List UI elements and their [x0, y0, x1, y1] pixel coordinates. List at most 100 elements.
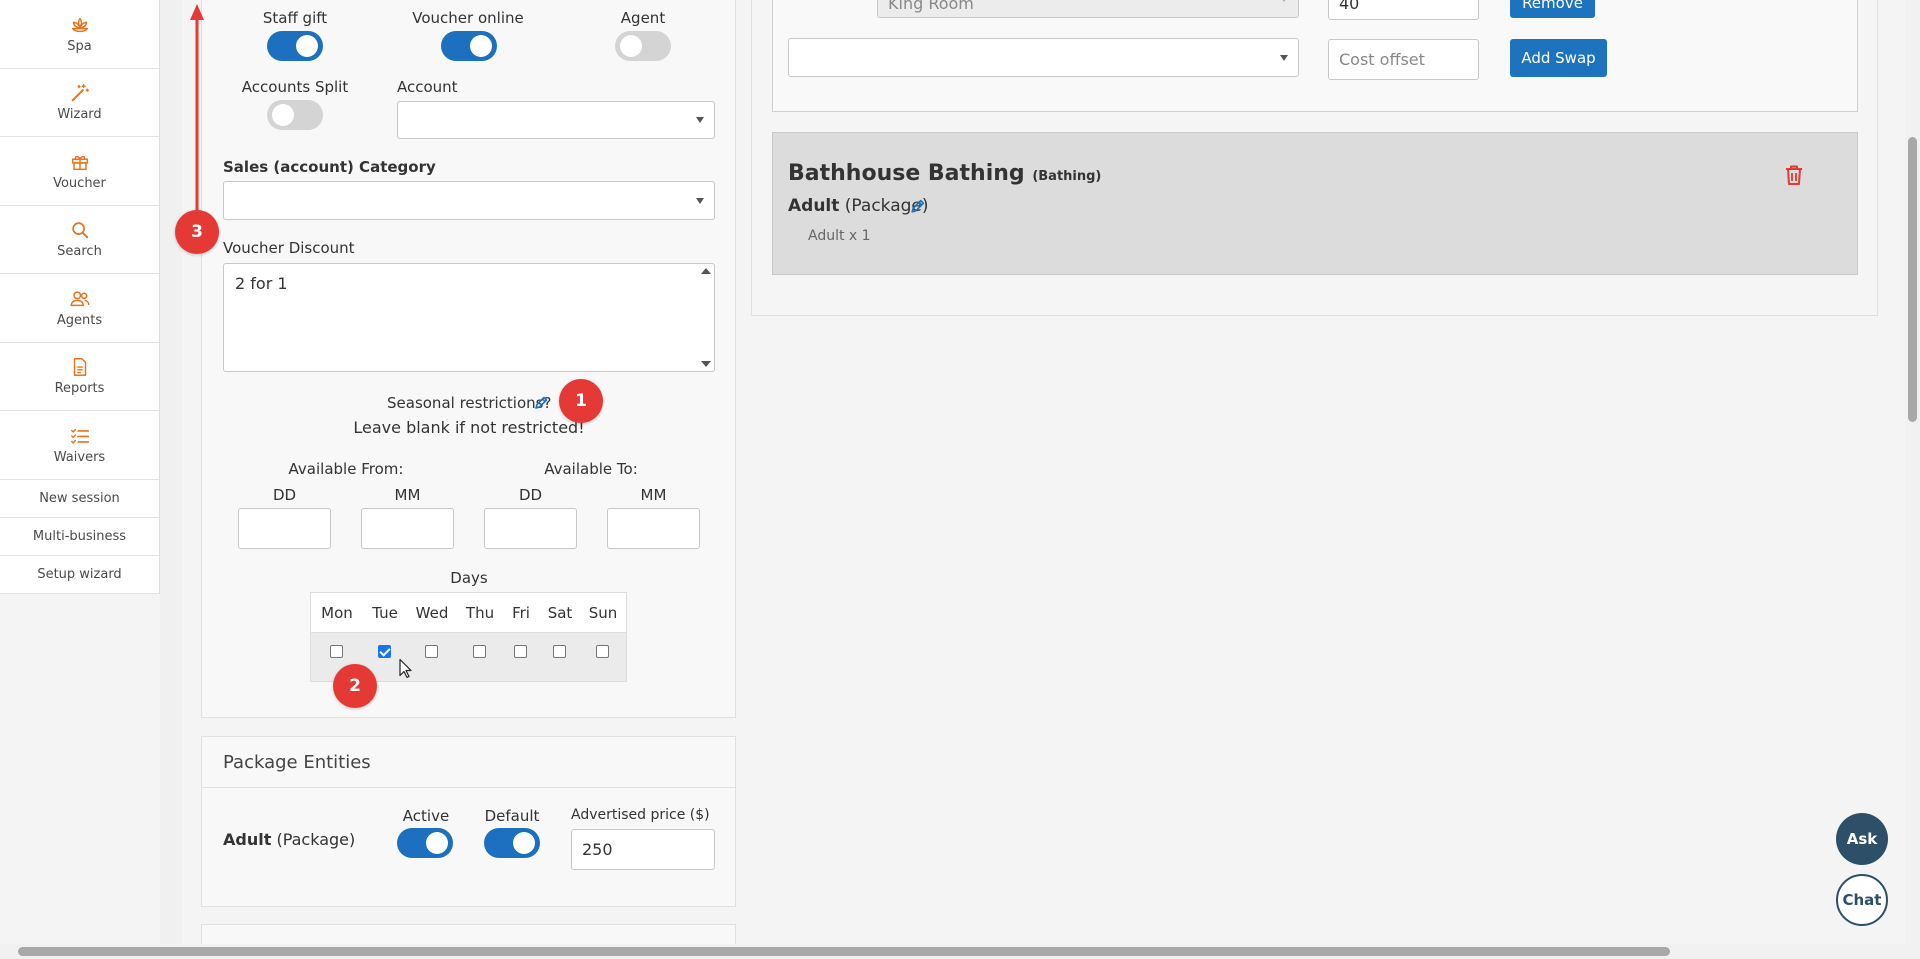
toggle-knob [513, 832, 535, 854]
entity-default-toggle[interactable] [484, 828, 540, 858]
mouse-cursor-icon [399, 658, 412, 679]
agent-toggle[interactable] [615, 31, 671, 61]
bathhouse-entity-row: Adult (Package) [788, 196, 929, 216]
existing-swap-value: King Room [888, 0, 974, 13]
sidebar-item-label: Spa [67, 38, 92, 54]
staff-gift-label: Staff gift [262, 9, 328, 27]
day-checkbox-mon[interactable] [330, 645, 343, 658]
annotation-badge-1: 1 [559, 379, 603, 423]
ask-button[interactable]: Ask [1836, 813, 1888, 865]
entity-default-label: Default [484, 807, 540, 825]
entity-active-toggle[interactable] [397, 828, 453, 858]
chat-button[interactable]: Chat [1836, 874, 1888, 926]
day-checkbox-tue[interactable] [378, 645, 391, 658]
users-icon [70, 291, 89, 306]
toggle-knob [620, 35, 642, 57]
bathhouse-title-row: Bathhouse Bathing (Bathing) [788, 161, 1101, 186]
staff-gift-toggle[interactable] [267, 31, 323, 61]
seasonal-restrictions-label: Seasonal restrictions? [387, 394, 552, 412]
magic-wand-icon [71, 84, 89, 102]
toggle-knob [470, 35, 492, 57]
chevron-down-icon [1280, 0, 1288, 2]
available-from-label: Available From: [288, 460, 404, 478]
day-header-mon: Mon [321, 604, 353, 622]
sidebar-item-label: Voucher [53, 175, 106, 191]
sidebar-item-spa[interactable]: Spa [0, 0, 159, 69]
sidebar-item-waivers[interactable]: Waivers [0, 411, 159, 480]
sidebar-item-label: Waivers [53, 449, 106, 465]
scroll-down-arrow-icon[interactable] [701, 361, 711, 367]
days-label: Days [450, 569, 488, 587]
day-header-thu: Thu [465, 604, 495, 622]
voucher-online-toggle[interactable] [441, 31, 497, 61]
existing-cost-input[interactable]: 40 [1328, 0, 1479, 20]
app-root: Spa Wizard Voucher Search Agents Reports… [0, 0, 1920, 959]
agent-label: Agent [620, 9, 666, 27]
remove-swap-button[interactable]: Remove [1510, 0, 1595, 18]
voucher-online-label: Voucher online [412, 9, 524, 27]
to-dd-label: DD [518, 486, 543, 504]
sidebar-item-reports[interactable]: Reports [0, 343, 159, 411]
voucher-discount-textarea[interactable]: 2 for 1 [223, 263, 715, 372]
sidebar-item-label: Search [57, 244, 102, 260]
days-header-row: Mon Tue Wed Thu Fri Sat Sun [310, 592, 627, 632]
sidebar: Spa Wizard Voucher Search Agents Reports… [0, 0, 160, 594]
bathhouse-line: Adult x 1 [808, 228, 871, 244]
bathhouse-entity-name: Adult [788, 196, 840, 216]
from-mm-input[interactable] [361, 508, 454, 549]
sales-category-label: Sales (account) Category [223, 158, 436, 176]
sidebar-link-new-session[interactable]: New session [0, 480, 159, 518]
toggle-knob [296, 35, 318, 57]
day-checkbox-fri[interactable] [514, 645, 527, 658]
to-mm-input[interactable] [607, 508, 700, 549]
day-header-tue: Tue [372, 604, 398, 622]
document-icon [73, 358, 86, 377]
add-swap-button[interactable]: Add Swap [1510, 39, 1607, 77]
cost-offset-input[interactable]: Cost offset [1328, 39, 1479, 80]
lotus-icon [71, 17, 88, 32]
sidebar-link-multi-business[interactable]: Multi-business [0, 518, 159, 556]
seasonal-hint: Leave blank if not restricted! [353, 418, 585, 437]
sidebar-item-label: Reports [54, 381, 105, 397]
day-header-sun: Sun [588, 604, 618, 622]
sidebar-item-label: Wizard [57, 107, 102, 123]
sidebar-link-setup-wizard[interactable]: Setup wizard [0, 556, 159, 594]
from-dd-input[interactable] [238, 508, 331, 549]
sidebar-item-wizard[interactable]: Wizard [0, 69, 159, 137]
day-checkbox-sun[interactable] [596, 645, 609, 658]
sidebar-item-search[interactable]: Search [0, 206, 159, 274]
search-icon [71, 222, 88, 239]
entity-price-label: Advertised price ($) [571, 807, 710, 823]
day-header-fri: Fri [512, 604, 530, 622]
trash-icon[interactable] [1784, 164, 1804, 186]
entity-price-input[interactable]: 250 [571, 829, 715, 870]
new-swap-select[interactable] [788, 38, 1299, 77]
entity-name-bold: Adult [223, 830, 272, 849]
pencil-icon[interactable] [909, 198, 926, 215]
bathhouse-category: (Bathing) [1032, 169, 1102, 184]
annotation-arrow-up [190, 4, 204, 228]
sidebar-item-agents[interactable]: Agents [0, 274, 159, 343]
day-checkbox-sat[interactable] [553, 645, 566, 658]
entity-type: (Package) [276, 830, 356, 849]
checklist-icon [70, 428, 89, 444]
sales-category-select[interactable] [223, 181, 715, 220]
day-checkbox-thu[interactable] [473, 645, 486, 658]
sidebar-item-label: Agents [56, 312, 103, 328]
from-mm-label: MM [394, 486, 421, 504]
vertical-scroll-thumb[interactable] [1908, 137, 1917, 422]
chevron-down-icon [1280, 54, 1288, 61]
scroll-up-arrow-icon[interactable] [701, 268, 711, 274]
day-checkbox-wed[interactable] [425, 645, 438, 658]
horizontal-scroll-thumb[interactable] [18, 947, 1670, 956]
to-dd-input[interactable] [484, 508, 577, 549]
day-header-sat: Sat [547, 604, 573, 622]
annotation-badge-2: 2 [333, 664, 377, 708]
account-select[interactable] [397, 101, 715, 139]
existing-swap-select[interactable]: King Room [877, 0, 1299, 18]
sidebar-gutter [160, 0, 182, 959]
pencil-icon[interactable] [533, 395, 549, 411]
entity-active-label: Active [402, 807, 450, 825]
sidebar-item-voucher[interactable]: Voucher [0, 137, 159, 206]
accounts-split-toggle[interactable] [267, 100, 323, 130]
